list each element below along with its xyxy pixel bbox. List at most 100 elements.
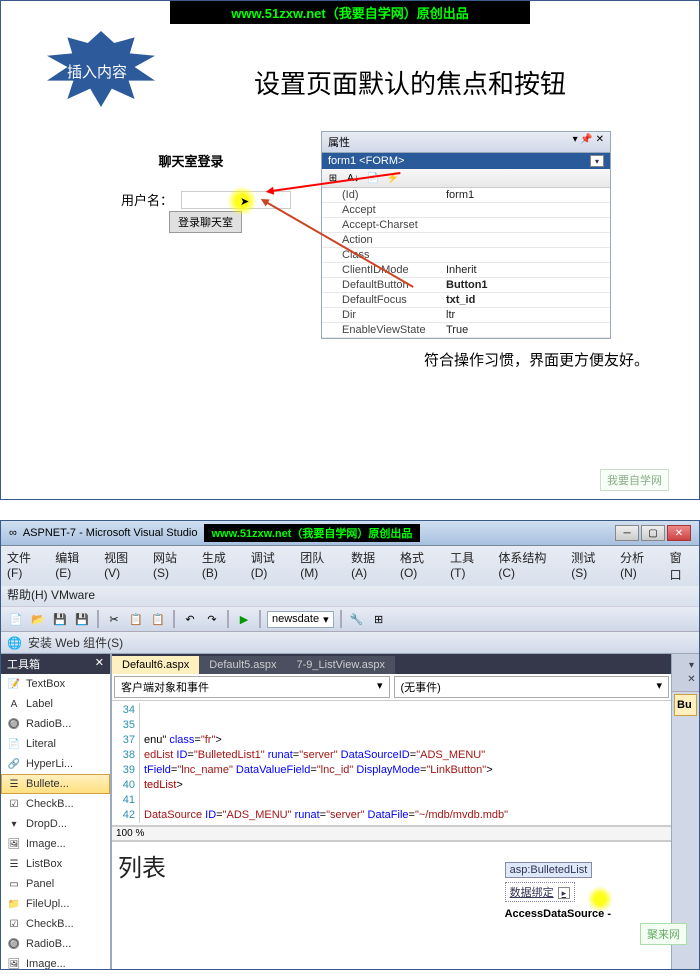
redo-icon[interactable]: ↷ <box>203 610 221 628</box>
menu-item[interactable]: 窗口 <box>670 549 693 583</box>
web-install-icon[interactable]: 🌐 <box>7 636 22 650</box>
property-value[interactable]: True <box>442 323 610 337</box>
property-key: ClientIDMode <box>322 263 442 277</box>
toolbox-item[interactable]: 📝TextBox <box>1 674 110 694</box>
login-heading: 聊天室登录 <box>121 151 261 170</box>
minimize-button[interactable]: ─ <box>615 525 639 541</box>
tool-icon[interactable]: 🔧 <box>348 610 366 628</box>
property-value[interactable]: Button1 <box>442 278 610 292</box>
menu-item[interactable]: 工具(T) <box>450 549 488 583</box>
toolbox-item[interactable]: 🖼Image... <box>1 834 110 854</box>
property-row[interactable]: Dirltr <box>322 308 610 323</box>
toolbox-item[interactable]: ☑CheckB... <box>1 914 110 934</box>
menu-item[interactable]: 调试(D) <box>251 549 291 583</box>
property-row[interactable]: DefaultButtonButton1 <box>322 278 610 293</box>
menu-item[interactable]: 视图(V) <box>104 549 143 583</box>
login-button[interactable]: 登录聊天室 <box>169 211 242 233</box>
control-tag[interactable]: asp:BulletedList <box>505 862 593 878</box>
events-icon[interactable]: ⚡ <box>386 171 400 185</box>
copy-icon[interactable]: 📋 <box>127 610 145 628</box>
menu-item[interactable]: 分析(N) <box>620 549 660 583</box>
toolbox-item[interactable]: ALabel <box>1 694 110 714</box>
toolbox-item[interactable]: 🖼Image... <box>1 954 110 970</box>
tool2-icon[interactable]: ⊞ <box>370 610 388 628</box>
config-dropdown[interactable]: newsdate▾ <box>267 611 334 628</box>
cut-icon[interactable]: ✂ <box>105 610 123 628</box>
paste-icon[interactable]: 📋 <box>149 610 167 628</box>
menu-item[interactable]: 测试(S) <box>571 549 610 583</box>
toolbox-item-icon: 🔘 <box>6 937 22 951</box>
alpha-icon[interactable]: A↓ <box>346 171 360 185</box>
property-row[interactable]: DefaultFocustxt_id <box>322 293 610 308</box>
object-dropdown[interactable]: 客户端对象和事件▾ <box>114 676 390 698</box>
menu-item[interactable]: 生成(B) <box>202 549 241 583</box>
toolbox-item[interactable]: 🔘RadioB... <box>1 934 110 954</box>
databind-link[interactable]: 数据绑定 <box>505 882 576 902</box>
right-tab[interactable]: Bu <box>674 694 697 716</box>
editor-tab[interactable]: Default6.aspx <box>112 656 199 674</box>
run-icon[interactable]: ▶ <box>235 610 253 628</box>
right-panel-header[interactable]: ▾ ✕ <box>672 654 699 692</box>
property-row[interactable]: Accept <box>322 203 610 218</box>
event-dropdown[interactable]: (无事件)▾ <box>394 676 670 698</box>
dropdown-icon[interactable]: ▾ <box>590 155 604 167</box>
username-input[interactable]: ➤ <box>181 191 291 209</box>
props-icon[interactable]: 📄 <box>366 171 380 185</box>
menu-item[interactable]: 格式(O) <box>400 549 440 583</box>
toolbox-item[interactable]: ☰Bullete... <box>1 774 110 794</box>
property-row[interactable]: ClientIDModeInherit <box>322 263 610 278</box>
zoom-indicator[interactable]: 100 % <box>112 826 671 840</box>
toolbox-item-icon: ☰ <box>6 857 22 871</box>
property-value[interactable]: ltr <box>442 308 610 322</box>
menu-item[interactable]: 数据(A) <box>351 549 390 583</box>
slide-1: www.51zxw.net（我要自学网）原创出品 插入内容 设置页面默认的焦点和… <box>0 0 700 500</box>
property-value[interactable]: Inherit <box>442 263 610 277</box>
toolbox-item[interactable]: 🔘RadioB... <box>1 714 110 734</box>
toolbox-item[interactable]: 📁FileUpl... <box>1 894 110 914</box>
toolbox-item[interactable]: ▾DropD... <box>1 814 110 834</box>
property-row[interactable]: (Id)form1 <box>322 188 610 203</box>
property-row[interactable]: Action <box>322 233 610 248</box>
pin-icon[interactable]: ▾ 📌 ✕ <box>573 134 604 150</box>
menu-item[interactable]: 网站(S) <box>153 549 192 583</box>
property-value[interactable] <box>442 218 610 232</box>
toolbox-item-icon: ▾ <box>6 817 22 831</box>
toolbox-item[interactable]: 📄Literal <box>1 734 110 754</box>
categorize-icon[interactable]: ⊞ <box>326 171 340 185</box>
property-value[interactable] <box>442 203 610 217</box>
toolbox-title: 工具箱 <box>7 656 40 672</box>
editor-tab[interactable]: Default5.aspx <box>199 656 286 674</box>
close-button[interactable]: ✕ <box>667 525 691 541</box>
menu-item[interactable]: 体系结构(C) <box>498 549 561 583</box>
maximize-button[interactable]: ▢ <box>641 525 665 541</box>
toolbox-item[interactable]: ☰ListBox <box>1 854 110 874</box>
new-icon[interactable]: 📄 <box>7 610 25 628</box>
banner-1: www.51zxw.net（我要自学网）原创出品 <box>170 1 530 24</box>
property-key: DefaultFocus <box>322 293 442 307</box>
menu-item[interactable]: 文件(F) <box>7 549 45 583</box>
toolbox-item[interactable]: 🔗HyperLi... <box>1 754 110 774</box>
property-value[interactable]: form1 <box>442 188 610 202</box>
property-value[interactable] <box>442 248 610 262</box>
toolbox-close-icon[interactable]: ✕ <box>95 656 104 672</box>
save-icon[interactable]: 💾 <box>51 610 69 628</box>
property-row[interactable]: Class <box>322 248 610 263</box>
code-editor[interactable]: 343537enu" class="fr">38edList ID="Bulle… <box>112 701 671 826</box>
property-value[interactable] <box>442 233 610 247</box>
property-row[interactable]: Accept-Charset <box>322 218 610 233</box>
property-row[interactable]: EnableViewStateTrue <box>322 323 610 338</box>
web-install-label[interactable]: 安装 Web 组件(S) <box>28 634 123 651</box>
menu-item[interactable]: 团队(M) <box>300 549 341 583</box>
toolbox-item[interactable]: ▭Panel <box>1 874 110 894</box>
editor-tab[interactable]: 7-9_ListView.aspx <box>287 656 395 674</box>
property-value[interactable]: txt_id <box>442 293 610 307</box>
slide-2-visual-studio: ∞ ASPNET-7 - Microsoft Visual Studio www… <box>0 520 700 970</box>
design-view[interactable]: 列表 asp:BulletedList 数据绑定 AccessDataSourc… <box>112 840 671 970</box>
menu-item[interactable]: 编辑(E) <box>55 549 94 583</box>
toolbox-item[interactable]: ☑CheckB... <box>1 794 110 814</box>
toolbox-item-label: Literal <box>26 738 56 750</box>
properties-panel: 属性 ▾ 📌 ✕ form1 <FORM> ▾ ⊞ A↓ 📄 ⚡ (Id)for… <box>321 131 611 339</box>
saveall-icon[interactable]: 💾 <box>73 610 91 628</box>
undo-icon[interactable]: ↶ <box>181 610 199 628</box>
open-icon[interactable]: 📂 <box>29 610 47 628</box>
